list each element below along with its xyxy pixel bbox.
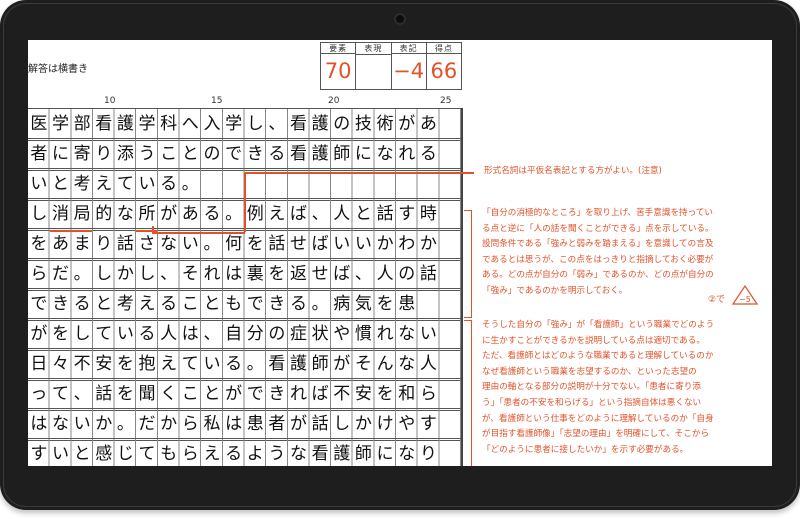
manuscript-row: 者に寄り添うことのできる看護師になれる [28,138,461,171]
correction-underline [50,230,92,232]
annotation-bracket [464,320,472,466]
score-label: 要素 [321,43,356,54]
annotation-bracket [464,210,472,318]
score-value: 70 [324,59,352,83]
annotation-note: 形式名詞は平仮名表記とする方がよい。(注意) [484,164,662,180]
annotation-line: 「自分の消極的なところ」を取り上げ、苦手意識を持ってい [482,208,714,218]
tablet-frame: 解答は横書き 要素 70 表現 表記 −4 得点 66 10 15 20 25 … [0,0,800,510]
annotation-note: 「自分の消極的なところ」を取り上げ、苦手意識を持ってい る点と逆に「人の話を聞くこ… [482,206,714,300]
manuscript-row: すいと感じてもらえるような看護師になり [28,438,461,466]
manuscript-row: 医学部看護学科へ入学し、看護の技術があ [28,108,461,141]
column-number: 20 [328,96,340,106]
score-value: 66 [430,59,458,83]
annotation-leader [464,172,474,174]
annotation-line: 形式名詞は平仮名表記とする方がよい。(注意) [484,166,662,176]
annotation-line: 設問条件である「強みと弱みを踏まえる」を意識しての言及 [482,239,714,250]
deduction-triangle-icon: −5 [732,285,758,305]
manuscript-row-text: できると考えることもできる。病気を患 [30,294,416,314]
manuscript-row-text: すいと感じてもらえるような看護師になり [30,444,437,464]
manuscript-row-text: らだ。しかし、それは裏を返せば、人の話 [30,264,437,284]
manuscript-row: できると考えることもできる。病気を患 [28,288,461,321]
manuscript-row: 日々不安を抱えている。看護師がそんな人 [28,348,461,381]
manuscript-row-text: いと考えている。 [30,174,199,194]
manuscript-row-text: 医学部看護学科へ入学し、看護の技術があ [30,114,437,134]
screen: 解答は横書き 要素 70 表現 表記 −4 得点 66 10 15 20 25 … [28,40,772,466]
annotation-note: そうした自分の「強み」が「看護師」という職業でどのよう に生かすことができるかを説… [482,318,714,458]
annotation-line: る点と逆に「人の話を聞くことができる」点を示している。 [482,223,714,234]
annotation-line: 理由の軸となる部分の説明が十分でない。「患者に寄り添 [482,382,701,393]
score-col-elements: 要素 70 [321,43,357,89]
manuscript-row-text: って、話を聞くことができれば不安を和ら [30,384,437,404]
column-number: 25 [440,96,452,106]
annotation-leader [244,172,246,232]
camera-icon [394,13,406,25]
annotation-line: ただ、看護師とはどのような職業であると理解しているのか [482,351,714,362]
deduction-label: ②で [708,295,726,305]
score-value: −4 [393,59,425,83]
manuscript-grid: 医学部看護学科へ入学し、看護の技術があ者に寄り添うことのできる看護師になれるいと… [28,108,461,466]
manuscript-row-text: し消局的な所がある。例えば、人と話す時 [30,204,437,224]
manuscript-row-text: 日々不安を抱えている。看護師がそんな人 [30,354,437,374]
score-label: 得点 [426,43,461,54]
annotation-line: に生かすことができるかを説明している点は適切である。 [482,335,705,346]
score-col-expression: 表現 [356,43,392,89]
score-label: 表記 [391,43,426,54]
manuscript-row: らだ。しかし、それは裏を返せば、人の話 [28,258,461,291]
manuscript-row-text: がをしている人は、自分の症状や慣れない [30,324,437,344]
manuscript-row: はないか。だから私は患者が話しかけやす [28,408,461,441]
score-col-notation: 表記 −4 [391,43,427,89]
answer-instruction: 解答は横書き [28,64,88,75]
grid-right-border [461,108,463,466]
annotation-line: う」「患者の不安を和らげる」という指摘自体は悪くない [482,397,702,408]
score-col-total: 得点 66 [426,43,461,89]
score-value [356,55,390,89]
score-label: 表現 [356,43,391,55]
annotation-leader [152,232,245,234]
annotation-line: が目指す看護師像」「志望の理由」を明確にして、そこから [482,429,710,440]
manuscript-row: がをしている人は、自分の症状や慣れない [28,318,461,351]
deduction-value: −5 [739,295,751,304]
annotation-line: なぜ看護師という職業を志望するのか、といった志望の [482,366,697,377]
manuscript-row-text: はないか。だから私は患者が話しかけやす [30,414,437,434]
column-number: 10 [104,96,116,106]
annotation-line: 「どのように患者に接したいか」を示す必要がある。 [482,444,689,455]
column-number: 15 [211,96,223,106]
score-table: 要素 70 表現 表記 −4 得点 66 [320,42,462,90]
manuscript-row-text: をあまり話さない。何を話せばいいかわか [30,234,437,254]
annotation-line: そうした自分の「強み」が「看護師」という職業でどのよう [482,320,715,330]
manuscript-row: って、話を聞くことができれば不安を和ら [28,378,461,411]
annotation-leader [244,172,464,174]
annotation-line: 「強み」であるのかを明示しておく。 [482,285,628,296]
annotation-line: が、看護師という仕事をどのように理解しているのか「自身 [482,413,714,424]
annotation-line: ある。どの点が自分の「弱み」であるのか、どの点が自分の [482,270,714,281]
manuscript-row-text: 者に寄り添うことのできる看護師になれる [30,144,437,164]
annotation-line: であるとは思うが、この点をはっきりと指摘しておく必要が [482,254,714,265]
